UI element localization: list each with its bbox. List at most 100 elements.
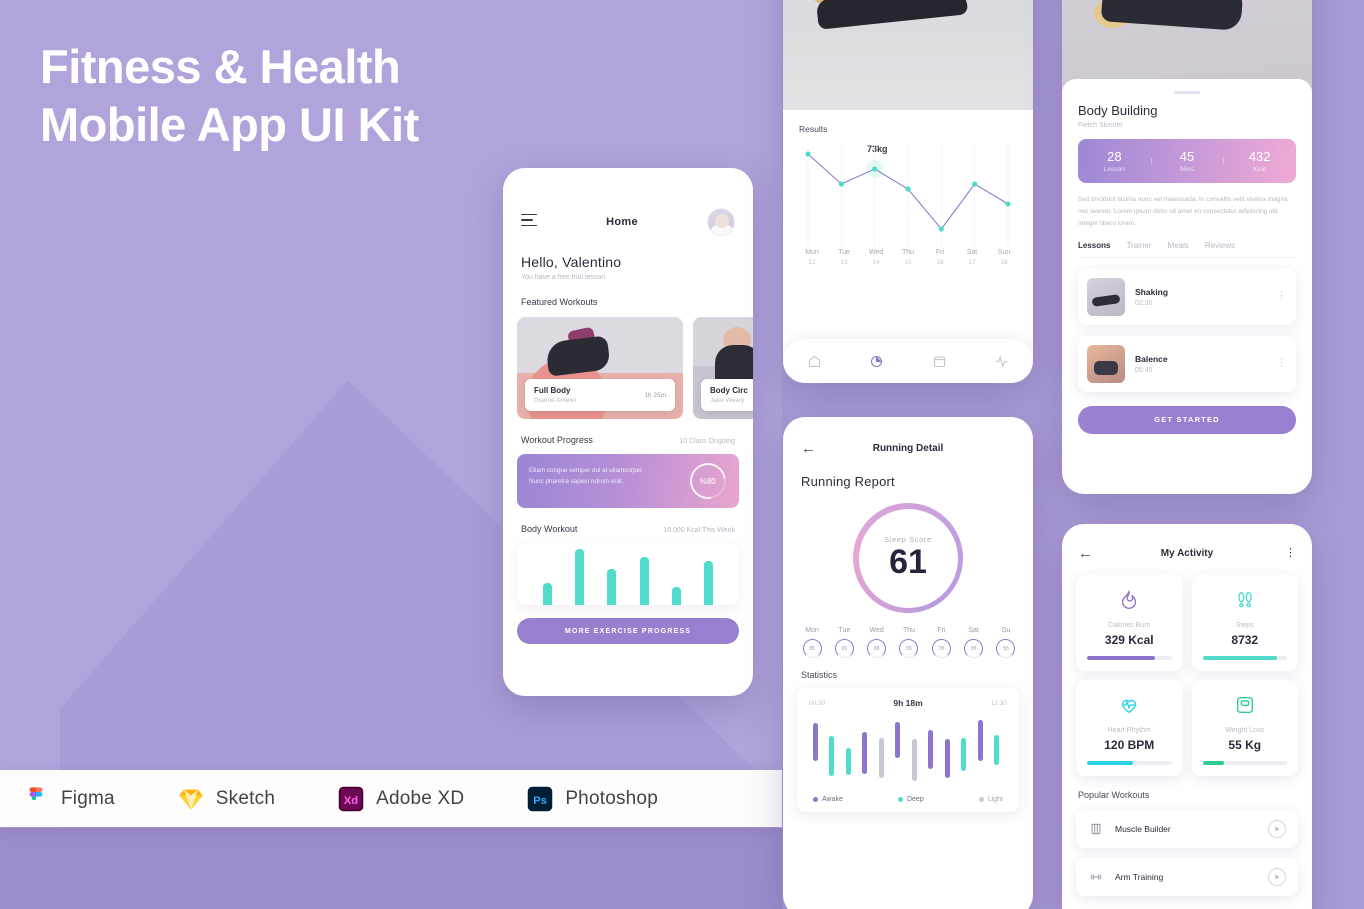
course-stat: 432 Kcal — [1223, 149, 1296, 173]
weekday-ring[interactable]: Su 55 — [991, 627, 1021, 658]
sleep-bar — [994, 734, 1000, 765]
weekday-ring[interactable]: Wed 88 — [862, 627, 892, 658]
workout-hero-photo — [783, 0, 1033, 110]
metric-card-heart[interactable]: Heart Rhythm 120 BPM — [1076, 680, 1183, 776]
play-icon[interactable] — [1268, 820, 1286, 838]
tool-label: Adobe XD — [376, 787, 465, 809]
weekday-ring[interactable]: Mon 85 — [797, 627, 827, 658]
weekday-ring[interactable]: Fri 78 — [926, 627, 956, 658]
back-arrow-icon[interactable]: ← — [1078, 546, 1093, 561]
featured-workouts-list: Full Body Dianne Ameler 1h 25m Body Circ… — [503, 307, 753, 419]
sheet-grabber[interactable] — [1174, 91, 1200, 94]
course-stat: 28 Lesson — [1078, 149, 1151, 173]
ring-value: 78 — [931, 639, 951, 658]
weekday-ring[interactable]: Tue 65 — [829, 627, 859, 658]
svg-text:Ps: Ps — [534, 795, 548, 807]
workout-meta: Full Body Dianne Ameler 1h 25m — [525, 379, 675, 411]
sleep-bar — [944, 739, 950, 778]
home-icon[interactable] — [807, 354, 822, 369]
results-screen: Results 73kg Mon 12 Tue 13 Wed 14 Thu 15 Fri… — [783, 0, 1033, 383]
more-vertical-icon[interactable]: ⋮ — [1276, 291, 1287, 301]
user-avatar[interactable] — [706, 208, 735, 236]
start-time: 00:30 — [809, 699, 826, 707]
sleep-score-ring: Sleep Score 61 — [853, 503, 963, 613]
tool-sketch[interactable]: Sketch — [177, 785, 275, 813]
ring-value: 88 — [867, 639, 887, 658]
stat-label: Kcal — [1253, 165, 1266, 173]
metric-progress — [1202, 761, 1287, 765]
tab-lessons[interactable]: Lessons — [1078, 241, 1110, 250]
play-icon[interactable] — [1268, 868, 1286, 886]
axis-tick: Fri 16 — [935, 249, 945, 266]
pie-chart-icon[interactable] — [869, 354, 884, 369]
promo-card[interactable]: Etiam congue semper dui at ullamcorper. … — [517, 454, 739, 508]
axis-tick: Tue 13 — [838, 249, 850, 266]
popular-workout-row[interactable]: Muscle Builder — [1076, 810, 1298, 848]
sleep-stat-header: 00:30 9h 18m 12:30 — [809, 698, 1007, 708]
tool-adobe-xd[interactable]: Xd Adobe XD — [337, 785, 464, 813]
stat-label: Lesson — [1103, 165, 1125, 173]
home-screen: Home Hello, Valentino You have a free tr… — [503, 168, 753, 696]
workout-card[interactable]: Full Body Dianne Ameler 1h 25m — [517, 317, 683, 419]
bar — [671, 587, 681, 605]
hamburger-icon[interactable] — [521, 213, 537, 231]
stat-value: 28 — [1107, 148, 1122, 164]
tab-meals[interactable]: Meals — [1168, 241, 1189, 250]
metric-card-weight[interactable]: Weight Loss 55 Kg — [1191, 680, 1298, 776]
legend-item: Awake — [813, 796, 843, 803]
calendar-icon[interactable] — [932, 354, 947, 369]
bar — [542, 583, 552, 605]
tab-reviews[interactable]: Reviews — [1205, 241, 1235, 250]
tab-trainer[interactable]: Trainer — [1126, 241, 1151, 250]
sleep-bar — [977, 720, 983, 761]
results-label: Results — [799, 124, 828, 134]
more-vertical-icon[interactable]: ⋮ — [1276, 358, 1287, 368]
popular-workout-row[interactable]: Arm Training — [1076, 858, 1298, 896]
weekday-ring[interactable]: Sat 85 — [959, 627, 989, 658]
sleep-statistics-card: 00:30 9h 18m 12:30 Awake Deep Light — [797, 688, 1019, 812]
scale-icon — [1203, 692, 1288, 718]
ring-value: 85 — [964, 639, 984, 658]
data-point — [905, 186, 911, 192]
data-point — [1005, 201, 1011, 207]
end-time: 12:30 — [990, 699, 1007, 707]
weekday-ring[interactable]: Thu 55 — [894, 627, 924, 658]
bar — [704, 561, 714, 605]
workout-card[interactable]: Body Circ Jake Weary — [693, 317, 753, 419]
workout-name: Arm Training — [1115, 872, 1164, 882]
adobe-xd-icon: Xd — [338, 786, 364, 811]
svg-text:Xd: Xd — [344, 795, 358, 807]
ring-value: 85 — [802, 639, 822, 658]
activity-icon[interactable] — [994, 354, 1009, 369]
tool-photoshop[interactable]: Ps Photoshop — [526, 785, 658, 813]
sleep-bar — [928, 730, 934, 770]
get-started-button[interactable]: GET STARTED — [1078, 405, 1296, 434]
greeting-block: Hello, Valentino You have a free trial l… — [503, 236, 753, 281]
tool-figma[interactable]: Figma — [22, 785, 115, 813]
bar — [574, 549, 584, 605]
body-workout-header: Body Workout 16.000 Kcal This Week — [503, 508, 753, 534]
home-header: Home — [503, 168, 753, 236]
body-workout-bar-chart — [517, 543, 739, 605]
lesson-row[interactable]: Balence 05:45 ⋮ — [1078, 335, 1296, 392]
metric-card-calories[interactable]: Calories Burn 329 Kcal — [1076, 575, 1183, 671]
back-arrow-icon[interactable]: ← — [801, 441, 816, 456]
dumbbell-icon — [1090, 874, 1102, 880]
ring-value: 55 — [996, 639, 1016, 658]
workout-name: Muscle Builder — [1115, 824, 1171, 834]
sleep-bar — [845, 747, 851, 776]
bar — [607, 569, 617, 605]
more-vertical-icon[interactable]: ⋮ — [1285, 548, 1296, 558]
title-line-2: Mobile App UI Kit — [40, 98, 419, 152]
featured-workouts-header: Featured Workouts — [503, 281, 753, 307]
metric-card-steps[interactable]: Steps 8732 — [1191, 575, 1298, 671]
lesson-row[interactable]: Shaking 02:30 ⋮ — [1078, 268, 1296, 325]
progress-ring-value: %80 — [699, 476, 717, 486]
course-description: Sed tincidunt lacinia nunc vel malesuada… — [1078, 195, 1288, 227]
section-label: Workout Progress — [521, 435, 593, 445]
running-report-heading: Running Report — [801, 474, 895, 489]
photo-figure-head — [811, 0, 847, 6]
more-exercise-progress-button[interactable]: MORE EXERCISE PROGRESS — [517, 618, 739, 644]
sleep-legend: Awake Deep Light — [809, 788, 1007, 803]
bar — [639, 557, 649, 605]
